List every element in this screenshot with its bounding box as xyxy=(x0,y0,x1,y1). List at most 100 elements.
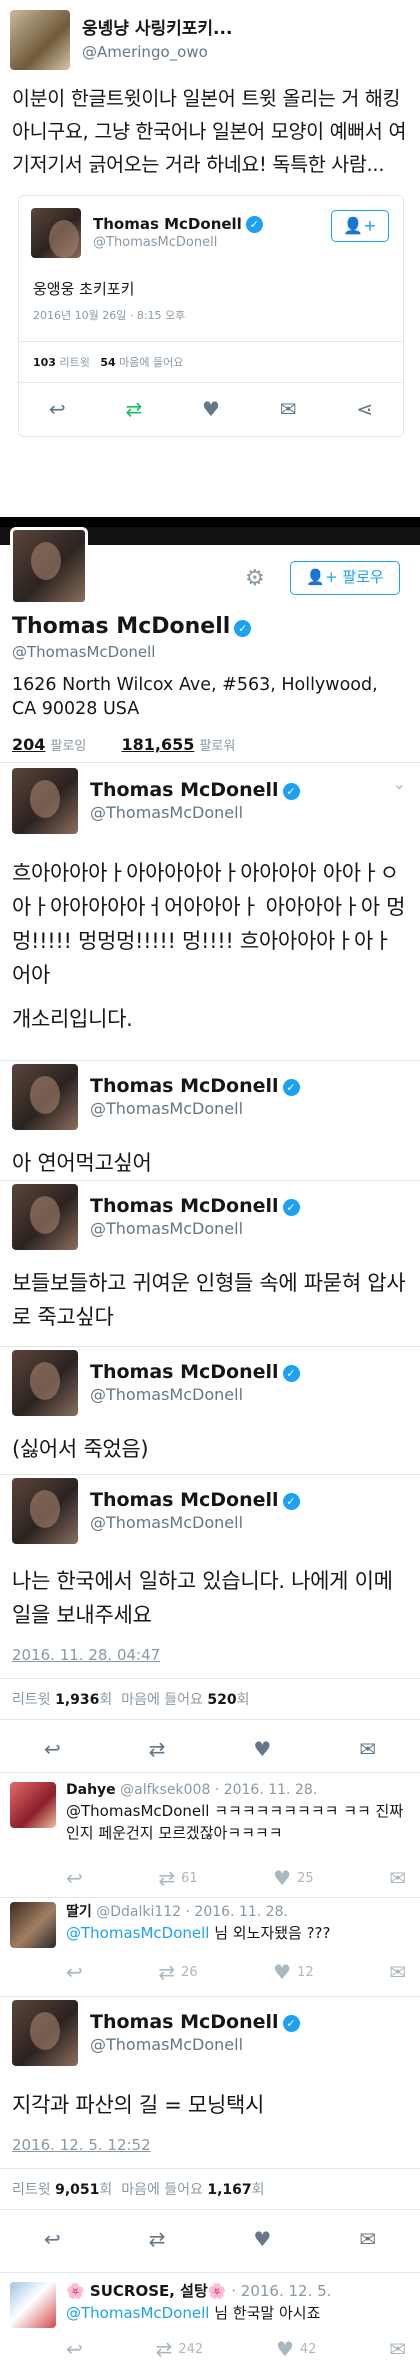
followers-count[interactable]: 181,655 xyxy=(121,735,194,754)
avatar[interactable] xyxy=(12,2000,78,2066)
retweet-icon[interactable]: ⇄ 26 xyxy=(158,1960,197,1984)
avatar[interactable] xyxy=(12,768,78,834)
retweet-icon[interactable]: ⇄ 61 xyxy=(158,1866,197,1890)
author-handle: @ThomasMcDonell xyxy=(90,2035,244,2054)
author-name: Thomas McDonell xyxy=(90,1361,279,1383)
quoted-tweet[interactable]: Thomas McDonell ✓ @ThomasMcDonell 👤+ 웅앵웅 … xyxy=(18,195,404,437)
reply-icon[interactable]: ↩ xyxy=(49,397,66,421)
tweet-text: 흐아아아아ㅏ아아아아아ㅏ아아아아 아아ㅏㅇ아ㅏ아아아아아ㅓ어아아아ㅏ 아아아아ㅏ… xyxy=(12,861,406,987)
tweet-date[interactable]: 2016. 11. 28. 04:47 xyxy=(0,1632,420,1664)
verified-icon: ✓ xyxy=(282,2015,300,2032)
mention-link[interactable]: @ThomasMcDonell xyxy=(66,2304,209,2322)
reply-author-handle: @alfksek008 xyxy=(120,1782,211,1798)
tweet-text: 이분이 한글트윗이나 일본어 트윗 올리는 거 해킹 아니구요, 그냥 한국어나… xyxy=(12,87,407,176)
reply-icon[interactable]: ↩ xyxy=(66,2337,83,2361)
following-count[interactable]: 204 xyxy=(12,735,45,754)
tweet[interactable]: Thomas McDonell ✓ @ThomasMcDonell 보들보들하고 … xyxy=(0,1184,420,1344)
like-label: 마음에 들어요 xyxy=(121,2182,203,2198)
like-icon[interactable]: ♥ 42 xyxy=(276,2337,316,2361)
avatar[interactable] xyxy=(10,1782,56,1828)
settings-gear-icon[interactable]: ⚙ xyxy=(245,566,265,591)
share-icon[interactable]: ⋖ xyxy=(356,397,373,421)
like-icon[interactable]: ♥ xyxy=(253,1737,271,1761)
retweet-count[interactable]: 9,051 xyxy=(55,2182,99,2198)
following-label[interactable]: 팔로잉 xyxy=(51,739,87,754)
like-icon[interactable]: ♥ 25 xyxy=(273,1866,313,1890)
retweet-count: 61 xyxy=(181,1870,198,1886)
followers-label[interactable]: 팔로워 xyxy=(199,739,235,754)
like-count: 54 xyxy=(100,356,116,369)
message-icon[interactable]: ✉ xyxy=(280,397,297,421)
reply-icon[interactable]: ↩ xyxy=(44,2227,61,2251)
tweet[interactable]: Thomas McDonell ✓ @ThomasMcDonell (싫어서 죽었… xyxy=(0,1350,420,1475)
tweet-date[interactable]: 2016. 12. 5. 12:52 xyxy=(0,2122,420,2154)
reply-icon[interactable]: ↩ xyxy=(66,1960,83,1984)
retweet-icon[interactable]: ⇄ xyxy=(149,1737,166,1761)
avatar[interactable] xyxy=(10,1902,56,1948)
like-suffix: 회 xyxy=(236,1692,250,1708)
user-handle: @Ameringo_owo xyxy=(82,43,208,61)
avatar[interactable] xyxy=(12,1478,78,1544)
avatar[interactable] xyxy=(10,2282,56,2328)
author-handle: @ThomasMcDonell xyxy=(90,1219,244,1238)
reply[interactable]: Dahye @alfksek008 · 2016. 11. 28. @Thoma… xyxy=(0,1776,420,1898)
follow-button[interactable]: 👤+ xyxy=(331,210,389,242)
avatar[interactable] xyxy=(31,208,81,258)
retweet-suffix: 회 xyxy=(99,2182,113,2198)
retweet-count: 242 xyxy=(178,2341,204,2357)
message-icon[interactable]: ✉ xyxy=(389,1866,406,1890)
quote-text: 웅앵웅 초키포키 xyxy=(33,280,135,298)
message-icon[interactable]: ✉ xyxy=(389,2337,406,2361)
verified-icon: ✓ xyxy=(282,1079,300,1096)
chevron-down-icon[interactable]: ⌄ xyxy=(393,774,406,793)
follow-button[interactable]: 👤+ 팔로우 xyxy=(290,561,400,595)
avatar[interactable] xyxy=(12,1184,78,1250)
like-count[interactable]: 1,167 xyxy=(207,2182,251,2198)
top-tweet: 웅녱냥 사링키포키... @Ameringo_owo 이분이 한글트윗이나 일본… xyxy=(0,0,420,517)
like-icon[interactable]: ♥ xyxy=(202,397,220,421)
like-count: 12 xyxy=(297,1964,314,1980)
tweet[interactable]: Thomas McDonell ✓ @ThomasMcDonell 아 연어먹고싶… xyxy=(0,1064,420,1184)
separator xyxy=(0,517,420,527)
reply-author-name: Dahye xyxy=(66,1782,116,1798)
user-name: 웅녱냥 사링키포키... xyxy=(82,19,233,39)
profile-avatar[interactable] xyxy=(10,527,88,605)
like-count: 42 xyxy=(299,2341,317,2357)
reply-icon[interactable]: ↩ xyxy=(44,1737,61,1761)
reply-author-name: 딸기 xyxy=(66,1904,92,1920)
retweet-icon[interactable]: ⇄ xyxy=(125,397,142,421)
reply-text: 님 한국말 아시죠 xyxy=(214,2304,321,2322)
tweet-detail[interactable]: Thomas McDonell ✓ @ThomasMcDonell 나는 한국에서… xyxy=(0,1478,420,1772)
quote-author-name: Thomas McDonell xyxy=(93,215,242,233)
retweet-count[interactable]: 1,936 xyxy=(55,1692,99,1708)
verified-icon: ✓ xyxy=(282,1365,300,1382)
reply[interactable]: 🌸 SUCROSE, 설탕🌸 · 2016. 12. 5. @ThomasMcD… xyxy=(0,2276,420,2369)
tweet-text: 아 연어먹고싶어 xyxy=(12,1151,152,1175)
like-icon[interactable]: ♥ xyxy=(253,2227,271,2251)
mention-link[interactable]: @ThomasMcDonell xyxy=(66,1924,209,1942)
retweet-icon[interactable]: ⇄ xyxy=(149,2227,166,2251)
author-name: Thomas McDonell xyxy=(90,1195,279,1217)
like-label: 마음에 들어요 xyxy=(119,356,184,369)
avatar[interactable] xyxy=(10,10,70,70)
message-icon[interactable]: ✉ xyxy=(359,2227,376,2251)
message-icon[interactable]: ✉ xyxy=(389,1960,406,1984)
tweet[interactable]: Thomas McDonell ✓ @ThomasMcDonell ⌄ 흐아아아아… xyxy=(0,768,420,1058)
reply-author-name: 🌸 SUCROSE, 설탕🌸 xyxy=(66,2282,227,2300)
retweet-count: 103 xyxy=(33,356,56,369)
like-icon[interactable]: ♥ 12 xyxy=(273,1960,313,1984)
reply[interactable]: 딸기 @Ddalki112 · 2016. 11. 28. @ThomasMcD… xyxy=(0,1900,420,2000)
author-name: Thomas McDonell xyxy=(90,1489,279,1511)
tweet-text: 지각과 파산의 길 = 모닝택시 xyxy=(12,2093,265,2117)
tweet-detail[interactable]: Thomas McDonell ✓ @ThomasMcDonell 지각과 파산의… xyxy=(0,2000,420,2272)
avatar[interactable] xyxy=(12,1064,78,1130)
reply-text: @ThomasMcDonell ㅋㅋㅋㅋㅋㅋㅋㅋㅋ ㅋㅋ 진짜인지 페운건지 모… xyxy=(66,1802,404,1842)
reply-icon[interactable]: ↩ xyxy=(66,1866,83,1890)
like-count[interactable]: 520 xyxy=(207,1692,236,1708)
message-icon[interactable]: ✉ xyxy=(359,1737,376,1761)
avatar[interactable] xyxy=(12,1350,78,1416)
author-name: Thomas McDonell xyxy=(90,1075,279,1097)
like-suffix: 회 xyxy=(251,2182,265,2198)
retweet-label: 리트윗 xyxy=(59,356,90,369)
retweet-icon[interactable]: ⇄ 242 xyxy=(156,2337,204,2361)
